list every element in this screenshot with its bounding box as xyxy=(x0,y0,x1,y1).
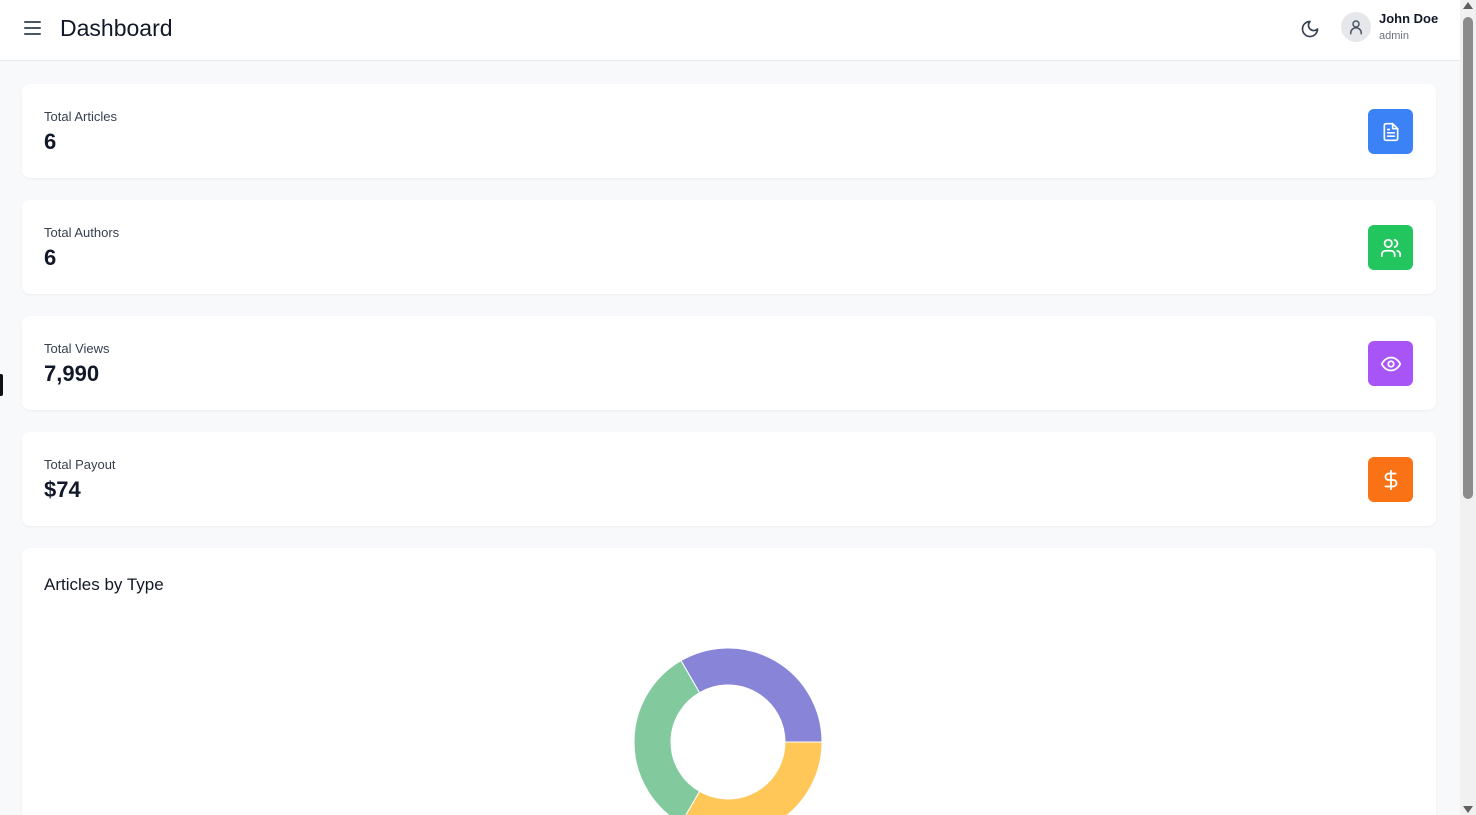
hamburger-menu-icon xyxy=(24,21,41,35)
articles-by-type-card: Articles by Type xyxy=(22,548,1436,815)
stat-label: Total Views xyxy=(44,341,110,356)
scroll-up-arrow[interactable] xyxy=(1463,2,1473,9)
page-title: Dashboard xyxy=(60,15,173,41)
stat-value: 7,990 xyxy=(44,361,100,386)
user-icon xyxy=(1350,20,1362,35)
stat-value: 6 xyxy=(44,129,57,154)
stat-icon-box xyxy=(1368,457,1413,502)
stat-card-payout: Total Payout $74 xyxy=(22,432,1436,526)
users-icon xyxy=(1380,238,1401,257)
stat-value: 6 xyxy=(44,245,57,270)
stat-icon-box xyxy=(1368,225,1413,270)
stat-icon-box xyxy=(1368,341,1413,386)
menu-button[interactable] xyxy=(22,17,44,39)
stat-label: Total Payout xyxy=(44,457,116,472)
avatar xyxy=(1341,12,1371,43)
donut-slice[interactable] xyxy=(680,647,823,743)
vertical-scrollbar[interactable] xyxy=(1460,0,1476,815)
stat-icon-box xyxy=(1368,109,1413,154)
user-menu[interactable]: John Doe admin xyxy=(1341,11,1439,43)
theme-toggle-button[interactable] xyxy=(1298,17,1322,41)
stat-label: Total Articles xyxy=(44,109,117,124)
stat-card-authors: Total Authors 6 xyxy=(22,200,1436,294)
moon-icon xyxy=(1301,20,1319,38)
donut-chart xyxy=(633,647,823,815)
donut-slice[interactable] xyxy=(633,659,701,815)
user-role: admin xyxy=(1379,29,1409,42)
stat-card-views: Total Views 7,990 xyxy=(22,316,1436,410)
dollar-icon xyxy=(1384,469,1397,490)
user-name: John Doe xyxy=(1379,11,1439,26)
eye-icon xyxy=(1380,356,1401,371)
top-bar: Dashboard John Doe admin xyxy=(0,0,1460,61)
document-icon xyxy=(1383,122,1398,141)
stat-label: Total Authors xyxy=(44,225,120,240)
edge-handle[interactable] xyxy=(0,374,3,396)
scroll-down-arrow[interactable] xyxy=(1463,806,1473,813)
donut-slice[interactable] xyxy=(681,741,823,815)
stat-card-articles: Total Articles 6 xyxy=(22,84,1436,178)
stat-value: $74 xyxy=(44,477,81,502)
scroll-thumb[interactable] xyxy=(1463,17,1473,499)
